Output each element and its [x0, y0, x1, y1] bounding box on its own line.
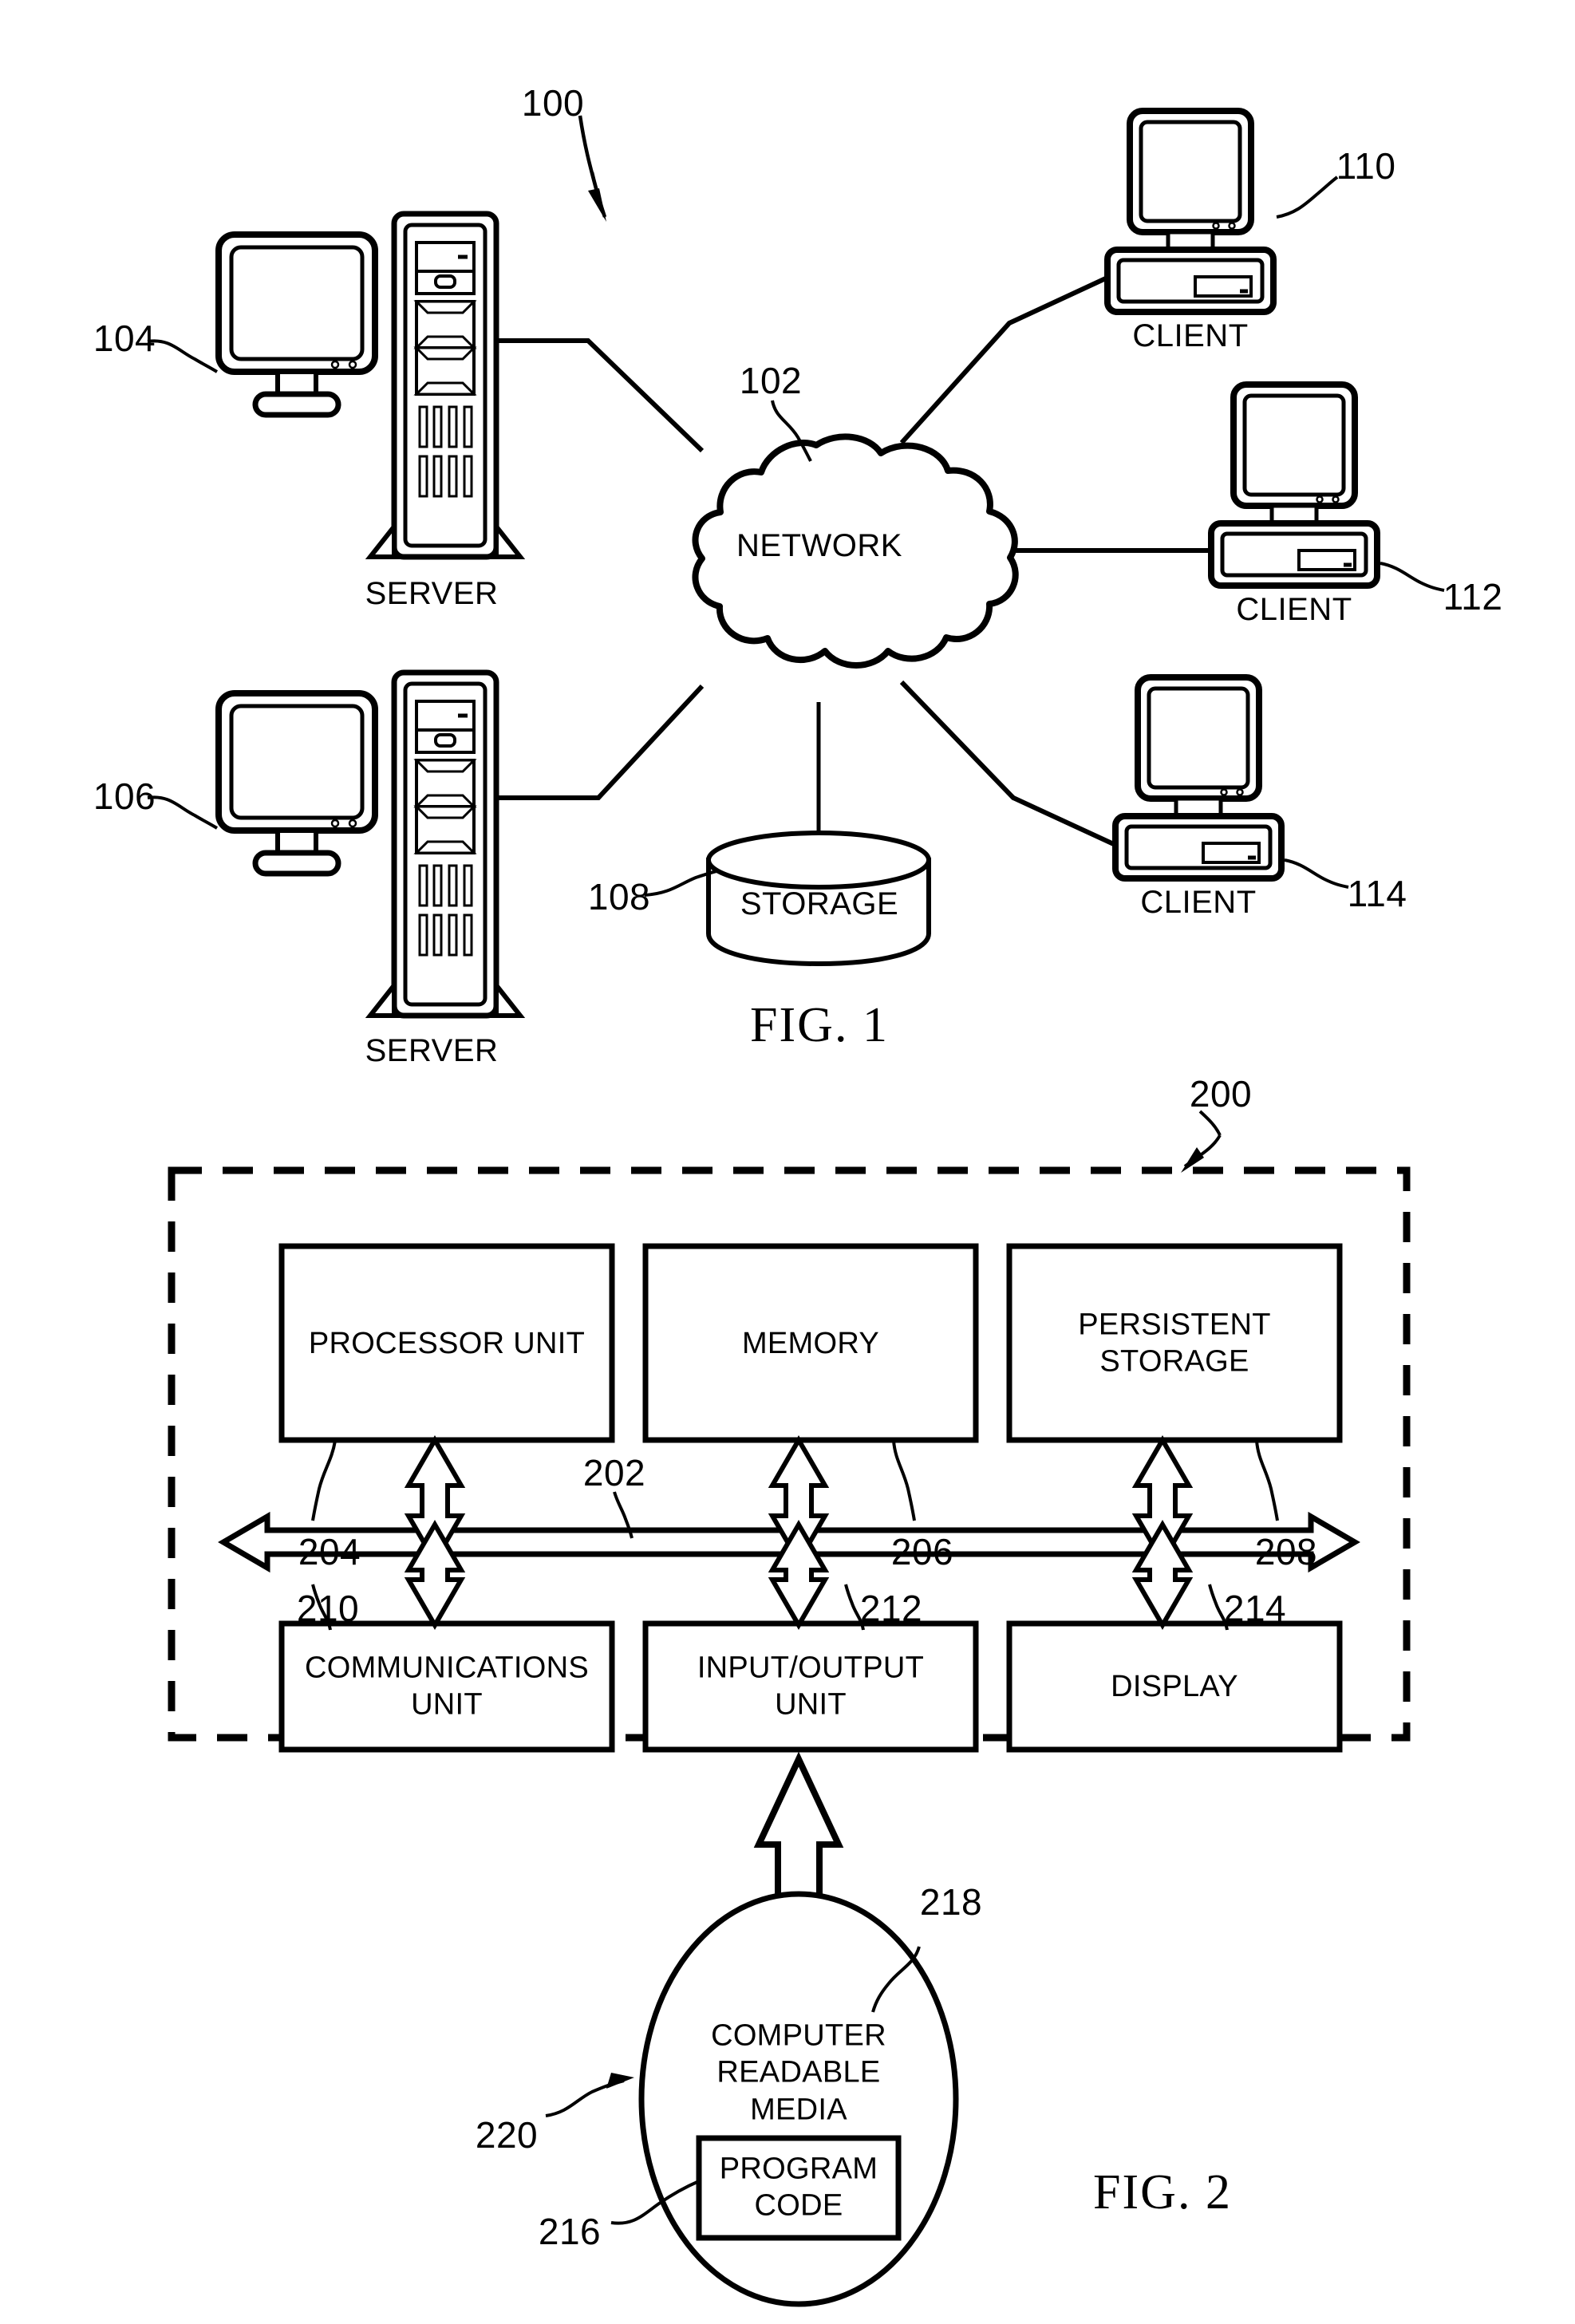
link-network-client110 — [899, 274, 1111, 445]
drawing-vector-layer — [147, 0, 1445, 2307]
ref-200-leader — [1181, 1110, 1222, 1173]
ref-114-leader — [1284, 858, 1349, 889]
ref-number-212: 212 — [859, 1588, 923, 1629]
ref-number-208: 208 — [1254, 1531, 1318, 1572]
input-output-unit-label: INPUT/OUTPUT UNIT — [697, 1651, 925, 1722]
persistent-storage-label: PERSISTENT STORAGE — [1078, 1308, 1271, 1379]
figure1-caption: FIG. 1 — [750, 998, 889, 1052]
computer-readable-media-label: COMPUTER READABLE MEDIA — [711, 2018, 886, 2127]
network-label: NETWORK — [736, 528, 902, 563]
display-label: DISPLAY — [1111, 1669, 1238, 1703]
client-112-label: CLIENT — [1236, 592, 1352, 627]
server-106-icon[interactable] — [219, 673, 520, 1016]
link-server104-network — [479, 338, 705, 453]
ref-number-206: 206 — [890, 1531, 954, 1572]
processor-unit-label: PROCESSOR UNIT — [308, 1326, 586, 1360]
ref-number-102: 102 — [739, 360, 803, 401]
ref-100-leader — [578, 115, 607, 222]
ref-number-218: 218 — [919, 1881, 983, 1923]
ref-110-leader — [1276, 176, 1339, 219]
storage-label: STORAGE — [740, 886, 899, 921]
ref-number-210: 210 — [296, 1588, 360, 1629]
ref-number-220: 220 — [475, 2114, 539, 2156]
ref-204-leader — [311, 1440, 337, 1521]
communications-unit-label: COMMUNICATIONS UNIT — [304, 1651, 590, 1722]
server-106-label: SERVER — [365, 1033, 499, 1068]
ref-206-leader — [892, 1440, 916, 1521]
client-112-icon[interactable] — [1211, 385, 1377, 586]
ref-220-leader — [545, 2073, 634, 2117]
server-104-label: SERVER — [365, 576, 499, 611]
ref-number-112: 112 — [1443, 576, 1503, 617]
client-110-label: CLIENT — [1132, 318, 1249, 353]
ref-number-200: 200 — [1189, 1073, 1253, 1115]
program-code-label: PROGRAM CODE — [719, 2152, 878, 2223]
ref-number-110: 110 — [1336, 145, 1396, 187]
figure1-group — [147, 111, 1445, 1016]
patent-drawing-sheet: 104 106 100 102 108 110 112 114 NETWORK … — [0, 0, 1575, 2324]
link-server106-network — [479, 684, 705, 800]
ref-number-214: 214 — [1223, 1588, 1287, 1629]
ref-106-leader — [147, 795, 219, 830]
ref-number-204: 204 — [298, 1531, 361, 1572]
ref-208-leader — [1255, 1440, 1279, 1521]
ref-number-202: 202 — [582, 1452, 646, 1493]
ref-number-106: 106 — [93, 775, 156, 817]
ref-number-100: 100 — [521, 82, 585, 124]
ref-108-leader — [644, 870, 717, 897]
ref-104-leader — [147, 339, 219, 373]
ref-number-104: 104 — [93, 318, 156, 359]
figure2-caption: FIG. 2 — [1093, 2165, 1232, 2219]
client-114-label: CLIENT — [1140, 885, 1257, 920]
link-network-client114 — [899, 680, 1119, 848]
ref-112-leader — [1380, 562, 1445, 592]
memory-label: MEMORY — [741, 1326, 880, 1360]
client-110-icon[interactable] — [1107, 111, 1273, 312]
ref-number-108: 108 — [587, 876, 651, 917]
server-104-icon[interactable] — [219, 214, 520, 557]
ref-number-216: 216 — [538, 2211, 602, 2252]
client-114-icon[interactable] — [1115, 677, 1281, 878]
ref-number-114: 114 — [1347, 873, 1407, 914]
